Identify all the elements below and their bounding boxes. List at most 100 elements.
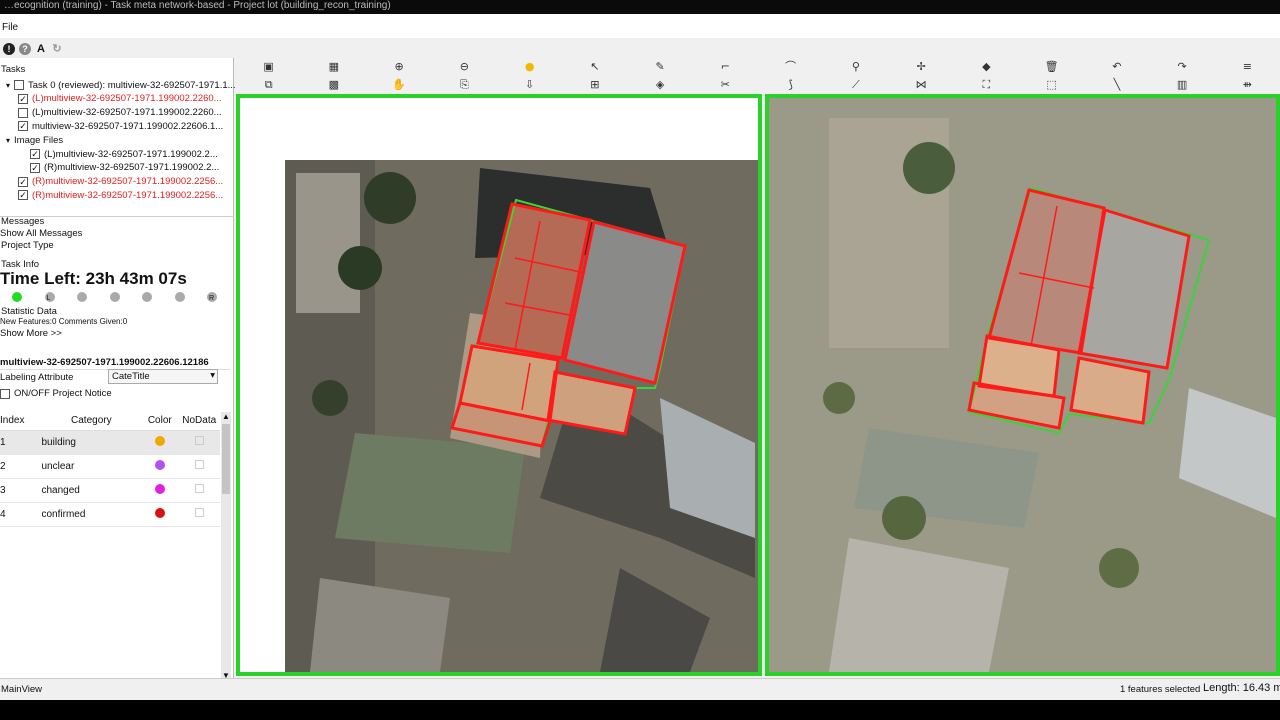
messages-header: Messages bbox=[1, 216, 45, 227]
labeling-attribute-select[interactable]: CateTitle ▾ bbox=[108, 369, 218, 384]
category-row[interactable]: 1 building bbox=[0, 430, 220, 455]
arrange-icon[interactable]: ⇻ bbox=[1215, 77, 1280, 93]
left-map-view[interactable] bbox=[236, 94, 762, 676]
cut-icon[interactable]: ✂ bbox=[693, 77, 758, 93]
task-checkbox[interactable]: ✓ bbox=[30, 162, 40, 173]
menu-icon[interactable]: ≡ bbox=[1215, 59, 1280, 75]
export-icon[interactable]: ⇩ bbox=[497, 77, 562, 93]
task-tree-item[interactable]: ✓ (R)multiview-32-692507-1971.199002.2256… bbox=[18, 175, 223, 189]
line-edit-icon[interactable]: ⟋ bbox=[823, 77, 888, 93]
task-checkbox[interactable]: ✓ bbox=[18, 190, 28, 201]
task-checkbox[interactable]: ✓ bbox=[18, 176, 28, 187]
category-color-cell[interactable] bbox=[141, 502, 179, 527]
tag-icon[interactable]: ◈ bbox=[628, 77, 693, 93]
task-item-label: (R)multiview-32-692507-1971.199002.2... bbox=[44, 162, 220, 174]
redo-icon[interactable]: ↷ bbox=[1150, 59, 1215, 75]
nodata-checkbox[interactable] bbox=[194, 508, 204, 517]
measure-icon[interactable]: ╲ bbox=[1084, 77, 1149, 93]
category-row[interactable]: 2 unclear bbox=[0, 454, 220, 479]
vertex-icon[interactable]: ✢ bbox=[889, 59, 954, 75]
font-icon[interactable]: A bbox=[35, 43, 47, 55]
bars-icon[interactable]: ▥ bbox=[1150, 77, 1215, 93]
save-icon[interactable]: ▣ bbox=[236, 59, 301, 75]
color-swatch bbox=[154, 435, 165, 446]
zoom-in-icon[interactable]: ⊕ bbox=[367, 59, 432, 75]
nodata-cell[interactable] bbox=[178, 430, 220, 455]
node-icon[interactable]: ⋈ bbox=[889, 77, 954, 93]
col-color[interactable]: Color bbox=[141, 412, 179, 431]
project-notice-toggle[interactable]: ON/OFF Project Notice bbox=[0, 388, 112, 399]
task-tree-item[interactable]: ✓ (R)multiview-32-692507-1971.199002.2256… bbox=[18, 188, 223, 202]
task-item-label: (R)multiview-32-692507-1971.199002.2256.… bbox=[32, 189, 224, 201]
expand-arrow-icon[interactable]: ▾ bbox=[6, 136, 10, 145]
nodata-checkbox[interactable] bbox=[194, 484, 204, 493]
notice-checkbox[interactable] bbox=[0, 388, 10, 399]
box-icon[interactable]: ⬚ bbox=[1019, 77, 1084, 93]
polyline-icon[interactable]: ⌐ bbox=[693, 59, 758, 75]
task-item-label: Task 0 (reviewed): multiview-32-692507-1… bbox=[28, 79, 236, 91]
category-color-cell[interactable] bbox=[141, 478, 179, 503]
zoom-out-icon[interactable]: ⊖ bbox=[432, 59, 497, 75]
task-checkbox[interactable]: ✓ bbox=[18, 93, 28, 104]
toolbar-row-2: ⧉ ▩ ✋ ⎘ ⇩ ⊞ ◈ ✂ ⟆ ⟋ ⋈ ⛶ ⬚ ╲ ▥ ⇻ bbox=[236, 77, 1280, 93]
right-map-view[interactable] bbox=[765, 94, 1280, 676]
task-tree-item[interactable]: ▾ Task 0 (reviewed): multiview-32-692507-… bbox=[6, 78, 236, 92]
right-aerial-image[interactable] bbox=[769, 98, 1276, 672]
reshape-icon[interactable]: ⟆ bbox=[758, 77, 823, 93]
toolbar-row-1: ▣ ▦ ⊕ ⊖ ● ↖ ✎ ⌐ ⌒ ⚲ ✢ ◆ 🗑 ↶ ↷ ≡ bbox=[236, 59, 1280, 75]
pan-icon[interactable]: ✋ bbox=[367, 77, 432, 93]
show-more-link[interactable]: Show More >> bbox=[0, 328, 231, 339]
category-color-cell[interactable] bbox=[141, 430, 179, 455]
task-tree-item[interactable]: ✓ (R)multiview-32-692507-1971.199002.2... bbox=[30, 161, 219, 175]
task-tree-item[interactable]: ✓ (L)multiview-32-692507-1971.199002.2260… bbox=[18, 92, 222, 106]
delete-icon[interactable]: 🗑 bbox=[1019, 59, 1084, 75]
labeling-attribute-value: CateTitle bbox=[112, 371, 150, 382]
pen-icon[interactable]: ✎ bbox=[628, 59, 693, 75]
table-scrollbar[interactable]: ▲ ▼ bbox=[221, 412, 231, 680]
task-checkbox[interactable]: ✓ bbox=[18, 121, 28, 132]
nodata-cell[interactable] bbox=[178, 478, 220, 503]
select-icon[interactable]: ↖ bbox=[562, 59, 627, 75]
pin-icon[interactable]: ⚲ bbox=[823, 59, 888, 75]
task-tree-item[interactable]: ✓ multiview-32-692507-1971.199002.22606.1… bbox=[18, 119, 223, 133]
task-checkbox[interactable] bbox=[14, 80, 25, 90]
task-tree-item[interactable]: ✓ (L)multiview-32-692507-1971.199002.2... bbox=[30, 147, 218, 161]
task-item-label: (R)multiview-32-692507-1971.199002.2256.… bbox=[32, 176, 224, 188]
point-icon[interactable]: ● bbox=[497, 59, 562, 75]
show-all-messages-link[interactable]: Show All Messages bbox=[0, 228, 233, 239]
merge-icon[interactable]: ⊞ bbox=[562, 77, 627, 93]
split-view-icon[interactable]: ⧉ bbox=[236, 77, 301, 93]
help-icon[interactable]: ? bbox=[19, 43, 31, 55]
erase-icon[interactable]: ◆ bbox=[954, 59, 1019, 75]
col-index[interactable]: Index bbox=[0, 412, 42, 431]
color-swatch bbox=[154, 483, 165, 494]
nodata-cell[interactable] bbox=[178, 454, 220, 479]
category-color-cell[interactable] bbox=[141, 454, 179, 479]
copy-icon[interactable]: ⎘ bbox=[432, 77, 497, 93]
category-name: unclear bbox=[41, 454, 142, 479]
frame-icon[interactable]: ⛶ bbox=[954, 77, 1019, 93]
progress-step-dot bbox=[142, 292, 152, 302]
curve-icon[interactable]: ⌒ bbox=[758, 59, 823, 75]
layer-icon[interactable]: ▦ bbox=[301, 59, 366, 75]
category-row[interactable]: 4 confirmed bbox=[0, 502, 220, 527]
refresh-icon[interactable]: ↻ bbox=[51, 43, 63, 55]
nodata-checkbox[interactable] bbox=[194, 460, 204, 469]
category-row[interactable]: 3 changed bbox=[0, 478, 220, 503]
col-nodata[interactable]: NoData bbox=[178, 412, 220, 431]
expand-arrow-icon[interactable]: ▾ bbox=[6, 81, 10, 90]
task-tree-item[interactable]: (L)multiview-32-692507-1971.199002.2260.… bbox=[18, 106, 222, 120]
category-index: 4 bbox=[0, 502, 42, 527]
task-tree-item[interactable]: ▾ Image Files bbox=[6, 133, 63, 147]
col-category[interactable]: Category bbox=[41, 412, 142, 431]
status-bar: MainView 1 features selected Length: 16.… bbox=[0, 678, 1280, 700]
grid-icon[interactable]: ▩ bbox=[301, 77, 366, 93]
info-icon[interactable]: ! bbox=[3, 43, 15, 55]
task-checkbox[interactable]: ✓ bbox=[30, 149, 40, 159]
task-checkbox[interactable] bbox=[18, 107, 28, 118]
nodata-cell[interactable] bbox=[178, 502, 220, 527]
nodata-checkbox[interactable] bbox=[194, 436, 204, 445]
left-aerial-image[interactable] bbox=[240, 98, 758, 672]
menu-file[interactable]: File bbox=[2, 22, 18, 33]
undo-icon[interactable]: ↶ bbox=[1084, 59, 1149, 75]
